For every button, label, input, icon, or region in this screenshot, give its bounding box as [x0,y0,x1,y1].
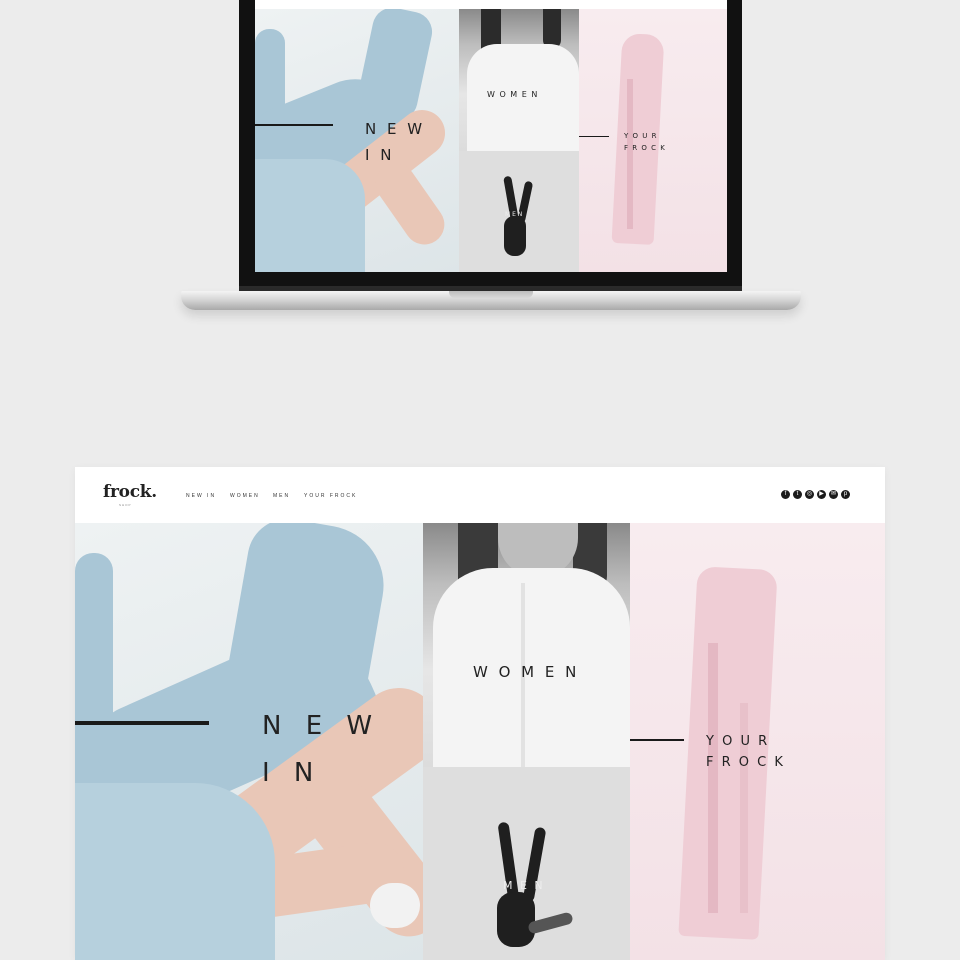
panel-new-in[interactable]: N E W I N [75,523,423,960]
laptop-panel-women[interactable]: W O M E N [459,9,579,151]
social-links: f t ◎ ▶ ✉ p [781,490,850,499]
laptop-label-women: W O M E N [487,90,539,99]
panel-women[interactable]: W O M E N [423,523,630,767]
twitter-icon[interactable]: t [793,490,802,499]
nav-your-frock[interactable]: YOUR FROCK [304,493,357,499]
site-logo[interactable]: frock. [103,482,157,502]
nav-women[interactable]: WOMEN [230,493,260,499]
laptop-display: N E W I N W O M E N M E N Y O U R F R O … [255,0,727,272]
panel-men[interactable]: M E N [423,767,630,960]
instagram-icon[interactable]: ◎ [805,490,814,499]
laptop-notch [449,291,533,298]
panel-your-frock[interactable]: Y O U R F R O C K [630,523,885,960]
label-your-frock: Y O U R F R O C K [706,734,785,770]
laptop-panel-new-in[interactable]: N E W I N [255,9,459,272]
label-new-in: N E W I N [262,711,381,788]
label-women: W O M E N [473,663,580,681]
laptop-label-men: M E N [505,211,523,218]
mail-icon[interactable]: ✉ [829,490,838,499]
pinterest-icon[interactable]: p [841,490,850,499]
laptop-label-your-frock: Y O U R F R O C K [624,132,666,152]
laptop-header-strip [255,0,727,9]
youtube-icon[interactable]: ▶ [817,490,826,499]
label-men: M E N [503,879,545,892]
nav-men[interactable]: MEN [273,493,290,499]
laptop-panel-men[interactable]: M E N [459,151,579,272]
laptop-panel-your-frock[interactable]: Y O U R F R O C K [579,9,727,272]
facebook-icon[interactable]: f [781,490,790,499]
laptop-label-new-in: N E W I N [365,120,426,164]
nav-new-in[interactable]: NEW IN [186,493,216,499]
logo-tagline: SHOP [119,503,132,507]
